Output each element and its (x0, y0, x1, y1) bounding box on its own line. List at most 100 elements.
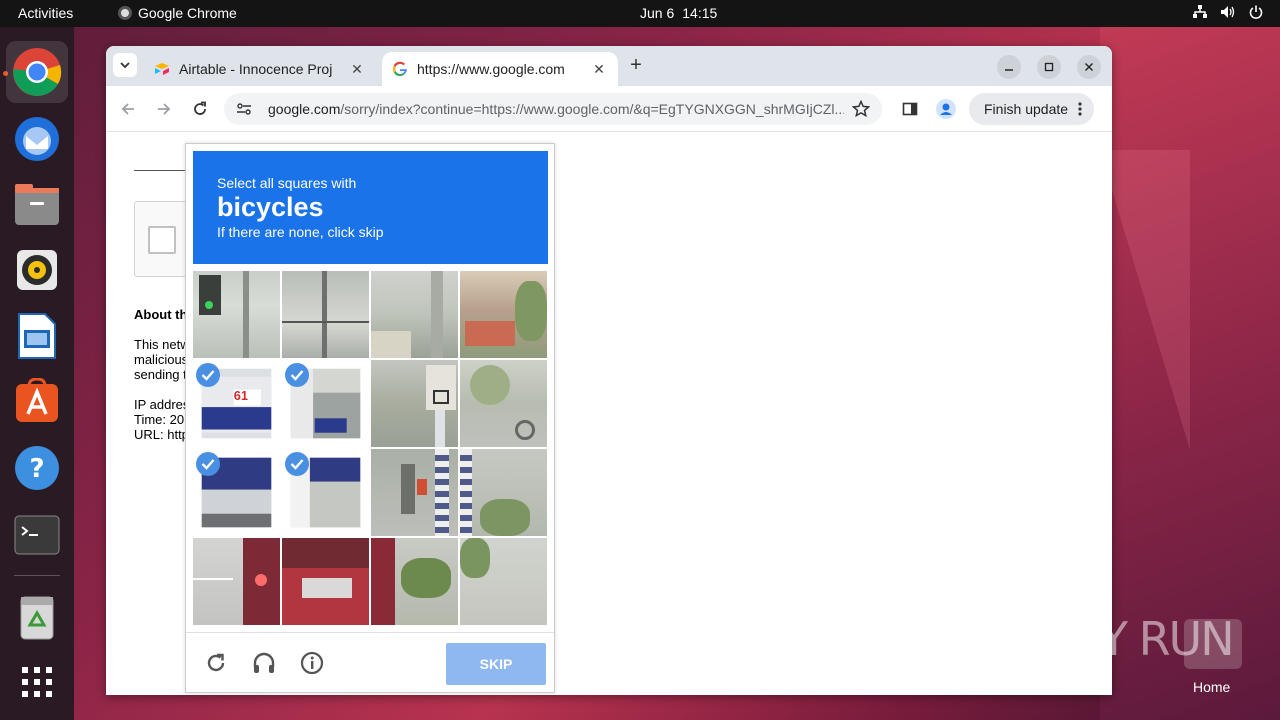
captcha-tile[interactable] (371, 360, 458, 447)
reload-icon (207, 653, 225, 672)
home-label[interactable]: Home (1193, 679, 1230, 695)
dock-show-apps[interactable] (6, 651, 68, 713)
dock-rhythmbox[interactable] (6, 239, 68, 301)
wallpaper-accent (1100, 150, 1190, 450)
tab-google[interactable]: https://www.google.com ✕ (382, 52, 618, 86)
dock-app-center[interactable] (6, 370, 68, 432)
captcha-tile[interactable] (371, 449, 458, 536)
terminal-icon (14, 515, 60, 555)
arrow-left-icon (121, 103, 134, 115)
side-panel-button[interactable] (899, 98, 921, 120)
dock-thunderbird[interactable] (6, 108, 68, 170)
checkmark-icon (196, 452, 220, 476)
skip-button[interactable]: SKIP (446, 643, 546, 685)
captcha-tile-selected[interactable] (193, 449, 280, 536)
forward-button[interactable] (153, 98, 175, 120)
clock[interactable]: Jun 6 14:15 (640, 5, 717, 21)
recaptcha-checkbox[interactable] (148, 226, 176, 254)
info-button[interactable] (298, 649, 326, 677)
dock-libreoffice-impress[interactable] (6, 305, 68, 367)
airtable-icon (154, 61, 170, 77)
about-heading: About th (134, 307, 188, 322)
tab-airtable[interactable]: Airtable - Innocence Proj ✕ (144, 52, 376, 86)
clock-time: 14:15 (682, 5, 718, 21)
captcha-tile[interactable] (282, 271, 369, 358)
chrome-icon (13, 48, 62, 96)
captcha-hint: If there are none, click skip (217, 224, 384, 240)
captcha-grid: 61 (193, 271, 548, 626)
captcha-tile[interactable] (371, 271, 458, 358)
captcha-target: bicycles (217, 192, 324, 222)
url-line: URL: http (134, 427, 189, 442)
clock-date: Jun 6 (640, 5, 675, 21)
close-icon[interactable]: ✕ (348, 61, 366, 78)
tab-title: Airtable - Innocence Proj (179, 61, 333, 77)
info-icon (300, 651, 324, 675)
url-host: google.com (268, 101, 341, 117)
system-tray[interactable] (1192, 4, 1264, 20)
help-icon: ? (15, 446, 59, 490)
url-text: google.com/sorry/index?continue=https://… (268, 101, 844, 117)
bookmark-star-icon[interactable] (852, 100, 870, 118)
captcha-tile[interactable] (460, 449, 547, 536)
close-icon[interactable]: ✕ (590, 61, 608, 78)
captcha-tile-selected[interactable] (282, 449, 369, 536)
tab-search-button[interactable] (113, 53, 137, 77)
checkmark-icon (285, 452, 309, 476)
body-line: sending t (134, 367, 187, 382)
checkmark-icon (196, 363, 220, 387)
time-line: Time: 20 (134, 412, 185, 427)
checkmark-icon (285, 363, 309, 387)
top-bar: Activities Google Chrome Jun 6 14:15 (0, 0, 1280, 27)
google-icon (392, 61, 408, 77)
address-bar[interactable]: google.com/sorry/index?continue=https://… (224, 93, 882, 125)
tab-title: https://www.google.com (417, 61, 565, 77)
anyrun-watermark: ANY RUN (1038, 612, 1235, 666)
reload-button[interactable] (189, 98, 211, 120)
reload-challenge-button[interactable] (202, 649, 230, 677)
browser-toolbar: google.com/sorry/index?continue=https://… (106, 86, 1112, 132)
headphones-icon (253, 652, 275, 673)
captcha-tile[interactable] (282, 538, 369, 625)
dock-chrome[interactable] (6, 41, 68, 103)
activities-button[interactable]: Activities (18, 5, 73, 21)
dock-help[interactable]: ? (6, 437, 68, 499)
captcha-tile[interactable] (460, 360, 547, 447)
profile-button[interactable] (935, 98, 957, 120)
minimize-button[interactable] (997, 55, 1021, 79)
chevron-down-icon (120, 62, 130, 69)
app-center-icon (16, 378, 58, 422)
dock-trash[interactable] (6, 587, 68, 649)
close-window-button[interactable] (1077, 55, 1101, 79)
files-icon (15, 184, 59, 225)
new-tab-button[interactable]: + (625, 55, 647, 77)
captcha-tile-selected[interactable]: 61 (193, 360, 280, 447)
impress-icon (18, 313, 56, 359)
captcha-header: Select all squares with bicycles If ther… (193, 151, 548, 264)
captcha-tile-selected[interactable] (282, 360, 369, 447)
finish-update-label: Finish update (984, 101, 1069, 117)
show-apps-icon (22, 667, 52, 697)
finish-update-button[interactable]: Finish update (969, 93, 1095, 125)
chrome-icon (118, 6, 132, 20)
back-button[interactable] (117, 98, 139, 120)
site-info-icon[interactable] (236, 102, 256, 116)
audio-challenge-button[interactable] (250, 649, 278, 677)
dock-terminal[interactable] (6, 504, 68, 566)
captcha-tile[interactable] (371, 538, 458, 625)
browser-window: Airtable - Innocence Proj ✕ https://www.… (106, 46, 1112, 695)
captcha-footer: SKIP (186, 632, 554, 692)
dock-files[interactable] (6, 174, 68, 236)
url-path: /sorry/index?continue=https://www.google… (340, 101, 844, 117)
ip-line: IP addres (134, 397, 190, 412)
captcha-tile[interactable] (193, 271, 280, 358)
app-menu[interactable]: Google Chrome (118, 5, 237, 21)
maximize-button[interactable] (1037, 55, 1061, 79)
reload-icon (194, 101, 206, 115)
captcha-tile[interactable] (193, 538, 280, 625)
captcha-tile[interactable] (460, 271, 547, 358)
minimize-icon (1005, 69, 1013, 71)
body-line: This netw (134, 337, 190, 352)
captcha-instruction: Select all squares with (217, 175, 357, 191)
captcha-tile[interactable] (460, 538, 547, 625)
